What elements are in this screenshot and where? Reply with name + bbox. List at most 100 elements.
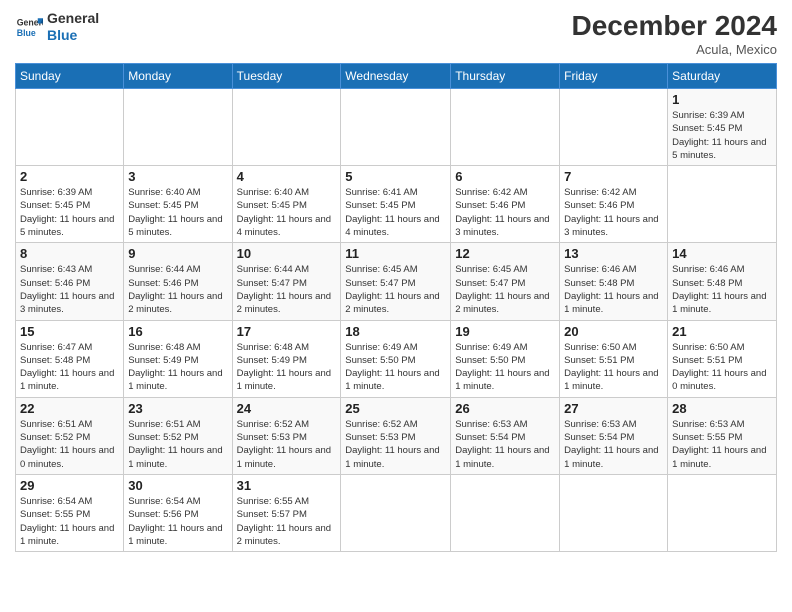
week-row: 29Sunrise: 6:54 AMSunset: 5:55 PMDayligh… — [16, 474, 777, 551]
day-number: 25 — [345, 401, 446, 416]
day-number: 6 — [455, 169, 555, 184]
calendar-day: 7Sunrise: 6:42 AMSunset: 5:46 PMDaylight… — [560, 166, 668, 243]
calendar-day: 20 Sunrise: 6:50 AMSunset: 5:51 PMDayligh… — [560, 320, 668, 397]
day-info: Sunrise: 6:52 AMSunset: 5:53 PMDaylight:… — [237, 418, 337, 471]
day-header-saturday: Saturday — [668, 64, 777, 89]
empty-cell — [124, 89, 232, 166]
empty-cell — [341, 89, 451, 166]
calendar-day: 12 Sunrise: 6:45 AMSunset: 5:47 PMDayligh… — [451, 243, 560, 320]
day-number: 17 — [237, 324, 337, 339]
week-row: 22Sunrise: 6:51 AMSunset: 5:52 PMDayligh… — [16, 397, 777, 474]
calendar-day: 10 Sunrise: 6:44 AMSunset: 5:47 PMDayligh… — [232, 243, 341, 320]
day-info: Sunrise: 6:53 AMSunset: 5:54 PMDaylight:… — [455, 418, 555, 471]
calendar-day: 3 Sunrise: 6:40 AMSunset: 5:45 PMDaylight… — [124, 166, 232, 243]
day-info: Sunrise: 6:47 AMSunset: 5:48 PMDaylight:… — [20, 341, 119, 394]
calendar-day: 24Sunrise: 6:52 AMSunset: 5:53 PMDayligh… — [232, 397, 341, 474]
day-info: Sunrise: 6:51 AMSunset: 5:52 PMDaylight:… — [128, 418, 227, 471]
logo: General Blue General Blue — [15, 10, 99, 44]
day-header-sunday: Sunday — [16, 64, 124, 89]
day-number: 3 — [128, 169, 227, 184]
week-row: 8 Sunrise: 6:43 AMSunset: 5:46 PMDaylight… — [16, 243, 777, 320]
day-number: 13 — [564, 246, 663, 261]
week-row: 1Sunrise: 6:39 AMSunset: 5:45 PMDaylight… — [16, 89, 777, 166]
calendar-day: 21 Sunrise: 6:50 AMSunset: 5:51 PMDayligh… — [668, 320, 777, 397]
day-number: 16 — [128, 324, 227, 339]
day-number: 9 — [128, 246, 227, 261]
calendar-day: 29Sunrise: 6:54 AMSunset: 5:55 PMDayligh… — [16, 474, 124, 551]
day-header-monday: Monday — [124, 64, 232, 89]
calendar-day: 18Sunrise: 6:49 AMSunset: 5:50 PMDayligh… — [341, 320, 451, 397]
day-info: Sunrise: 6:53 AMSunset: 5:55 PMDaylight:… — [672, 418, 772, 471]
day-number: 5 — [345, 169, 446, 184]
day-header-friday: Friday — [560, 64, 668, 89]
day-number: 11 — [345, 246, 446, 261]
day-info: Sunrise: 6:45 AMSunset: 5:47 PMDaylight:… — [455, 263, 555, 316]
day-info: Sunrise: 6:39 AMSunset: 5:45 PMDaylight:… — [672, 109, 772, 162]
day-info: Sunrise: 6:44 AMSunset: 5:46 PMDaylight:… — [128, 263, 227, 316]
day-number: 30 — [128, 478, 227, 493]
day-number: 8 — [20, 246, 119, 261]
day-info: Sunrise: 6:45 AMSunset: 5:47 PMDaylight:… — [345, 263, 446, 316]
calendar-day: 30Sunrise: 6:54 AMSunset: 5:56 PMDayligh… — [124, 474, 232, 551]
day-number: 2 — [20, 169, 119, 184]
day-info: Sunrise: 6:40 AMSunset: 5:45 PMDaylight:… — [128, 186, 227, 239]
day-header-wednesday: Wednesday — [341, 64, 451, 89]
calendar-day: 11 Sunrise: 6:45 AMSunset: 5:47 PMDayligh… — [341, 243, 451, 320]
header: General Blue General Blue December 2024 … — [15, 10, 777, 57]
empty-cell — [560, 89, 668, 166]
day-info: Sunrise: 6:41 AMSunset: 5:45 PMDaylight:… — [345, 186, 446, 239]
day-info: Sunrise: 6:44 AMSunset: 5:47 PMDaylight:… — [237, 263, 337, 316]
day-info: Sunrise: 6:48 AMSunset: 5:49 PMDaylight:… — [237, 341, 337, 394]
calendar-day: 22Sunrise: 6:51 AMSunset: 5:52 PMDayligh… — [16, 397, 124, 474]
day-number: 23 — [128, 401, 227, 416]
logo-icon: General Blue — [15, 13, 43, 41]
calendar-day: 17 Sunrise: 6:48 AMSunset: 5:49 PMDayligh… — [232, 320, 341, 397]
calendar-day: 25Sunrise: 6:52 AMSunset: 5:53 PMDayligh… — [341, 397, 451, 474]
day-info: Sunrise: 6:46 AMSunset: 5:48 PMDaylight:… — [564, 263, 663, 316]
day-info: Sunrise: 6:42 AMSunset: 5:46 PMDaylight:… — [564, 186, 663, 239]
week-row: 2 Sunrise: 6:39 AMSunset: 5:45 PMDaylight… — [16, 166, 777, 243]
calendar-day — [668, 474, 777, 551]
day-info: Sunrise: 6:48 AMSunset: 5:49 PMDaylight:… — [128, 341, 227, 394]
day-number: 28 — [672, 401, 772, 416]
month-title: December 2024 — [572, 10, 777, 42]
calendar-day: 13 Sunrise: 6:46 AMSunset: 5:48 PMDayligh… — [560, 243, 668, 320]
day-number: 19 — [455, 324, 555, 339]
empty-cell — [16, 89, 124, 166]
day-info: Sunrise: 6:43 AMSunset: 5:46 PMDaylight:… — [20, 263, 119, 316]
calendar-day: 16 Sunrise: 6:48 AMSunset: 5:49 PMDayligh… — [124, 320, 232, 397]
day-number: 10 — [237, 246, 337, 261]
day-info: Sunrise: 6:40 AMSunset: 5:45 PMDaylight:… — [237, 186, 337, 239]
day-number: 4 — [237, 169, 337, 184]
logo-blue: Blue — [47, 27, 99, 44]
calendar-day — [451, 474, 560, 551]
calendar-day: 15Sunrise: 6:47 AMSunset: 5:48 PMDayligh… — [16, 320, 124, 397]
day-number: 12 — [455, 246, 555, 261]
calendar-day: 8 Sunrise: 6:43 AMSunset: 5:46 PMDaylight… — [16, 243, 124, 320]
calendar-day: 27Sunrise: 6:53 AMSunset: 5:54 PMDayligh… — [560, 397, 668, 474]
calendar-day: 28 Sunrise: 6:53 AMSunset: 5:55 PMDayligh… — [668, 397, 777, 474]
calendar-body: 1Sunrise: 6:39 AMSunset: 5:45 PMDaylight… — [16, 89, 777, 552]
calendar-day: 1Sunrise: 6:39 AMSunset: 5:45 PMDaylight… — [668, 89, 777, 166]
day-number: 20 — [564, 324, 663, 339]
day-info: Sunrise: 6:46 AMSunset: 5:48 PMDaylight:… — [672, 263, 772, 316]
day-number: 31 — [237, 478, 337, 493]
day-info: Sunrise: 6:50 AMSunset: 5:51 PMDaylight:… — [672, 341, 772, 394]
calendar-page: General Blue General Blue December 2024 … — [0, 0, 792, 562]
calendar-day: 9 Sunrise: 6:44 AMSunset: 5:46 PMDaylight… — [124, 243, 232, 320]
calendar-table: SundayMondayTuesdayWednesdayThursdayFrid… — [15, 63, 777, 552]
day-header-tuesday: Tuesday — [232, 64, 341, 89]
day-info: Sunrise: 6:54 AMSunset: 5:55 PMDaylight:… — [20, 495, 119, 548]
day-info: Sunrise: 6:55 AMSunset: 5:57 PMDaylight:… — [237, 495, 337, 548]
calendar-day — [341, 474, 451, 551]
day-number: 21 — [672, 324, 772, 339]
day-number: 14 — [672, 246, 772, 261]
day-info: Sunrise: 6:39 AMSunset: 5:45 PMDaylight:… — [20, 186, 119, 239]
day-header-thursday: Thursday — [451, 64, 560, 89]
calendar-day: 23 Sunrise: 6:51 AMSunset: 5:52 PMDayligh… — [124, 397, 232, 474]
day-number: 18 — [345, 324, 446, 339]
logo-general: General — [47, 10, 99, 27]
day-info: Sunrise: 6:50 AMSunset: 5:51 PMDaylight:… — [564, 341, 663, 394]
calendar-day: 4 Sunrise: 6:40 AMSunset: 5:45 PMDaylight… — [232, 166, 341, 243]
day-number: 26 — [455, 401, 555, 416]
